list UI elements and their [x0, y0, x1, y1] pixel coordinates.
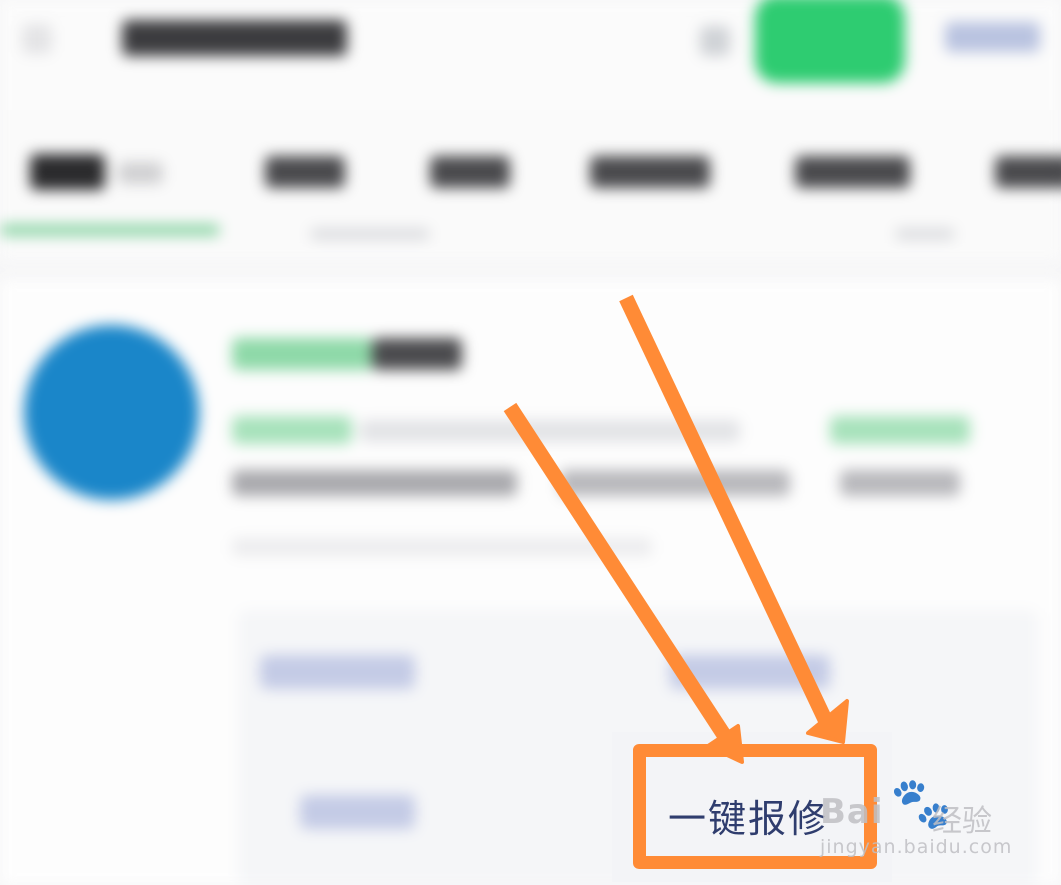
arrow-right: [619, 294, 849, 744]
watermark: Bai 🐾 经验 jingyan.baidu.com: [820, 770, 1020, 860]
annotation-arrows: [503, 294, 849, 764]
watermark-url: jingyan.baidu.com: [820, 836, 1013, 858]
watermark-jingyan: 经验: [932, 804, 992, 839]
watermark-brand: Bai: [820, 792, 884, 832]
